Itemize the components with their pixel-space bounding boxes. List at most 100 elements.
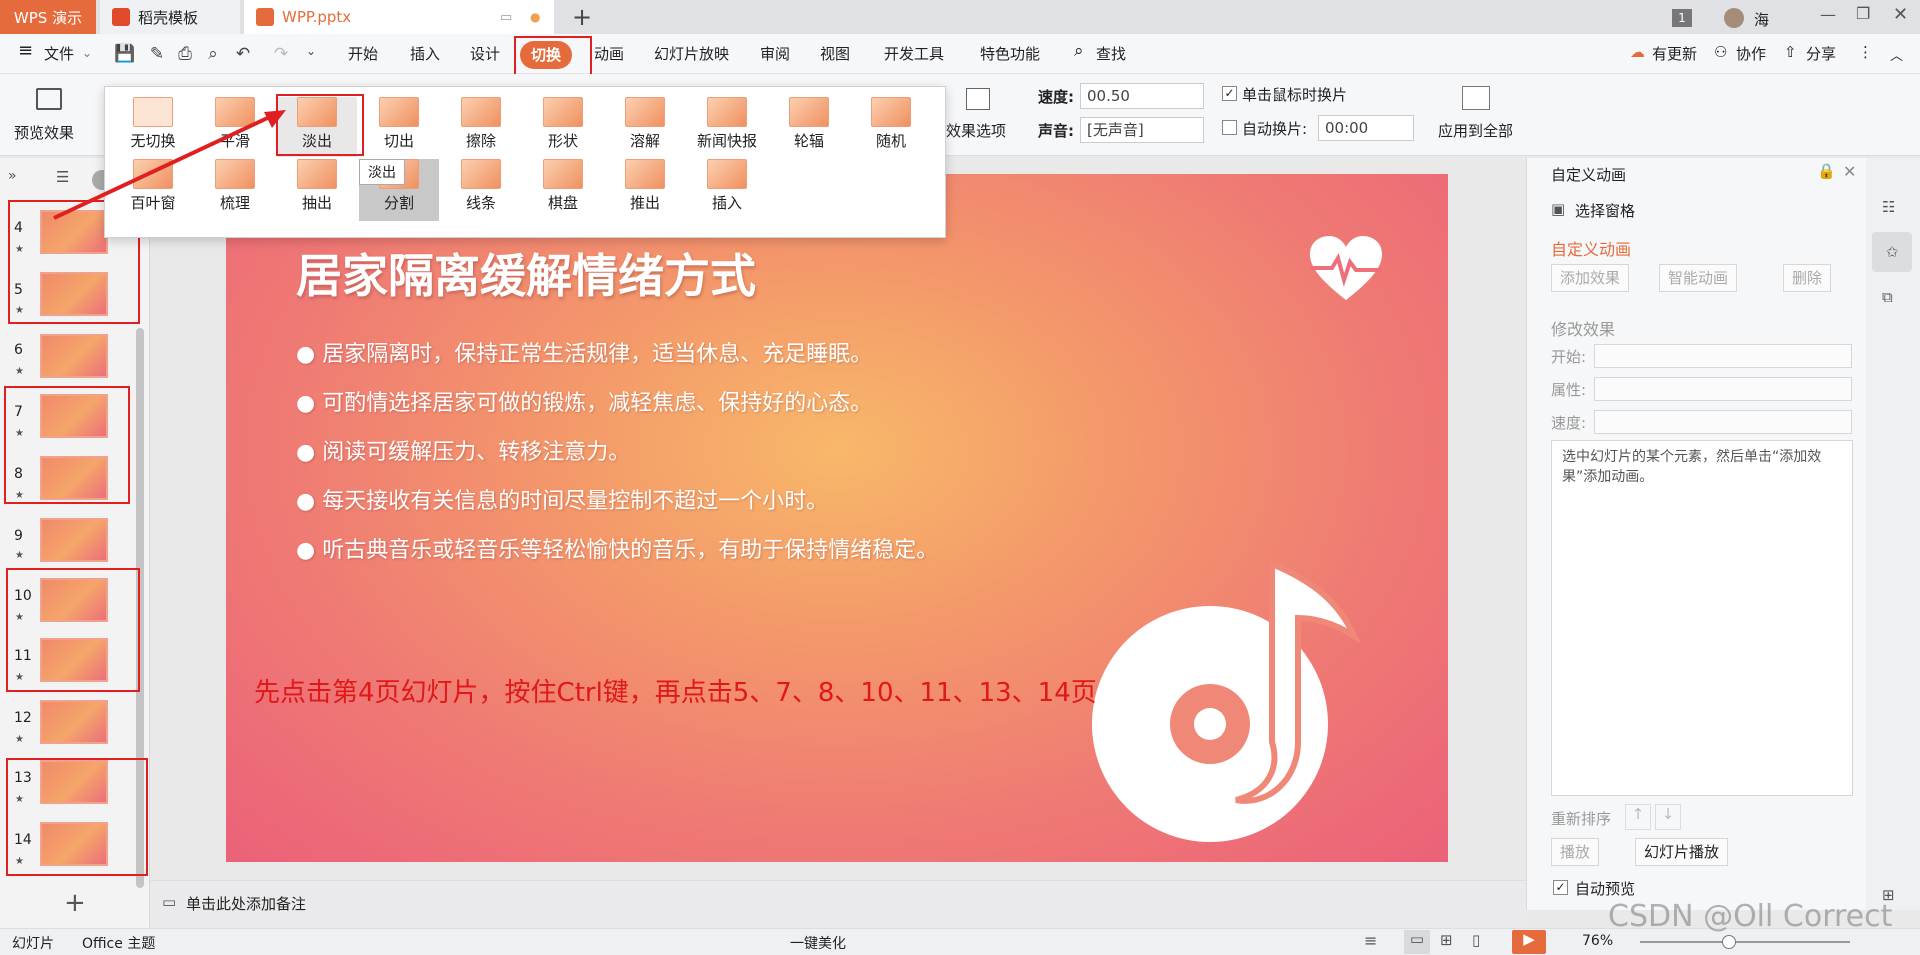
notes-view-icon[interactable]: ≡ [1364, 931, 1377, 950]
menu-file[interactable]: 文件 [44, 43, 74, 64]
apply-all-icon[interactable] [1462, 86, 1490, 110]
print-preview-icon[interactable]: ⌕ [202, 44, 224, 64]
close-icon[interactable]: ✕ [1893, 4, 1908, 25]
normal-view-icon[interactable]: ▭ [1404, 930, 1430, 954]
save-icon[interactable]: 💾 [114, 44, 136, 64]
beautify-button[interactable]: 一键美化 [790, 933, 846, 953]
menu-home[interactable]: 开始 [348, 43, 378, 64]
effect-thumbnail [789, 97, 829, 127]
collab-icon[interactable]: ⚇ [1714, 43, 1727, 61]
effect-dissolve[interactable]: 溶解 [605, 97, 685, 151]
click-switch-checkbox[interactable]: ✓ [1222, 86, 1237, 101]
slide-thumbnail-12[interactable] [40, 700, 108, 744]
effect-label: 插入 [711, 194, 742, 212]
new-tab-button[interactable]: + [572, 3, 592, 31]
avatar[interactable] [1724, 8, 1744, 28]
reorder-label: 重新排序 [1551, 810, 1612, 828]
zoom-slider-handle[interactable] [1722, 935, 1736, 949]
minimize-icon[interactable]: — [1820, 5, 1836, 24]
add-effect-button[interactable]: 添加效果 [1551, 264, 1630, 292]
slideshow-play-button[interactable]: 幻灯片播放 [1635, 838, 1729, 866]
property-label: 属性: [1551, 381, 1587, 399]
slide-thumbnail-9[interactable] [40, 518, 108, 562]
select-pane-link[interactable]: 选择窗格 [1575, 200, 1635, 221]
redo-icon[interactable]: ↷ [270, 44, 292, 64]
effect-random[interactable]: 随机 [851, 97, 931, 151]
notes-placeholder[interactable]: 单击此处添加备注 [186, 893, 306, 914]
start-select[interactable] [1594, 344, 1852, 368]
effect-push[interactable]: 推出 [605, 159, 685, 213]
expand-panel-icon[interactable]: » [8, 168, 17, 184]
panel-title[interactable]: 自定义动画 [1551, 164, 1626, 185]
slides-icon[interactable]: ⧉ [1882, 288, 1893, 306]
zoom-slider[interactable] [1640, 941, 1850, 943]
update-label[interactable]: 有更新 [1652, 43, 1697, 64]
search-label[interactable]: 查找 [1096, 43, 1126, 64]
effect-checkerboard[interactable]: 棋盘 [523, 159, 603, 213]
auto-switch-checkbox[interactable] [1222, 120, 1237, 135]
move-up-icon[interactable]: ↑ [1625, 804, 1651, 830]
menu-review[interactable]: 审阅 [760, 43, 790, 64]
hamburger-icon[interactable]: ≡ [18, 40, 33, 61]
effect-options-button[interactable]: 效果选项 [946, 120, 1006, 141]
lock-icon[interactable]: 🔒 [1817, 162, 1836, 180]
chevron-down-icon[interactable]: ⌄ [82, 46, 92, 60]
collab-label[interactable]: 协作 [1736, 43, 1766, 64]
undo-icon[interactable]: ↶ [232, 44, 254, 64]
effect-insert[interactable]: 插入 [687, 159, 767, 213]
effect-shape[interactable]: 形状 [523, 97, 603, 151]
sorter-view-icon[interactable]: ⊞ [1440, 931, 1453, 949]
property-select[interactable] [1594, 377, 1852, 401]
menu-insert[interactable]: 插入 [410, 43, 440, 64]
zoom-level[interactable]: 76% [1582, 933, 1613, 949]
more-icon[interactable]: ⋮ [1858, 43, 1873, 61]
tab-label: 稻壳模板 [138, 8, 199, 27]
delete-button[interactable]: 删除 [1783, 264, 1832, 292]
effect-wipe[interactable]: 擦除 [441, 97, 521, 151]
apply-all-button[interactable]: 应用到全部 [1438, 120, 1513, 141]
collapse-ribbon-icon[interactable]: ︿ [1890, 45, 1903, 64]
share-icon[interactable]: ⇧ [1784, 43, 1797, 61]
restore-icon[interactable]: ❐ [1856, 4, 1870, 23]
effect-newsflash[interactable]: 新闻快报 [687, 97, 767, 151]
auto-preview-checkbox[interactable]: ✓ [1553, 880, 1568, 895]
effect-lines[interactable]: 线条 [441, 159, 521, 213]
menu-features[interactable]: 特色功能 [980, 43, 1040, 64]
search-icon[interactable]: ⌕ [1074, 41, 1084, 61]
play-slideshow-button[interactable]: ▶ [1512, 930, 1546, 954]
speed-input[interactable]: 00.50 [1080, 83, 1204, 109]
tab-document[interactable]: WPP.pptx ▭ ● [244, 0, 554, 34]
share-label[interactable]: 分享 [1806, 43, 1836, 64]
menu-slideshow[interactable]: 幻灯片放映 [654, 43, 729, 64]
cloud-icon[interactable]: ☁ [1630, 43, 1645, 61]
format-painter-icon[interactable]: ✎ [146, 44, 168, 64]
auto-time-input[interactable]: 00:00 [1318, 115, 1414, 141]
slide-thumbnail-6[interactable] [40, 334, 108, 378]
effect-wheel[interactable]: 轮辐 [769, 97, 849, 151]
menu-developer[interactable]: 开发工具 [884, 43, 944, 64]
effect-cut[interactable]: 切出 [359, 97, 439, 151]
add-slide-button[interactable]: + [64, 888, 86, 918]
print-icon[interactable]: ⎙ [174, 44, 196, 64]
effect-label: 轮辐 [793, 132, 824, 150]
effect-options-icon[interactable] [966, 88, 990, 110]
theme-label[interactable]: Office 主题 [82, 933, 155, 953]
reading-view-icon[interactable]: ▯ [1472, 931, 1480, 949]
notes-bar[interactable]: ▭ 单击此处添加备注 [150, 880, 1526, 926]
menu-animation[interactable]: 动画 [594, 43, 624, 64]
move-down-icon[interactable]: ↓ [1655, 804, 1681, 830]
animation-star-icon[interactable]: ✩ [1872, 232, 1912, 272]
animation-list[interactable]: 选中幻灯片的某个元素，然后单击“添加效果”添加动画。 [1551, 440, 1853, 796]
annotation-box-slides-7-8 [4, 386, 130, 504]
settings-sliders-icon[interactable]: ☷ [1882, 198, 1895, 216]
play-button[interactable]: 播放 [1551, 838, 1600, 866]
menu-design[interactable]: 设计 [470, 43, 500, 64]
speed-select[interactable] [1594, 410, 1852, 434]
quick-access-dropdown-icon[interactable]: ⌄ [300, 44, 322, 64]
tab-template[interactable]: 稻壳模板 [100, 0, 240, 34]
menu-view[interactable]: 视图 [820, 43, 850, 64]
smart-animation-button[interactable]: 智能动画 [1659, 264, 1738, 292]
tab-wps-app[interactable]: WPS 演示 [0, 0, 96, 34]
sound-select[interactable]: [无声音] [1080, 117, 1204, 143]
close-panel-icon[interactable]: ✕ [1843, 162, 1856, 181]
